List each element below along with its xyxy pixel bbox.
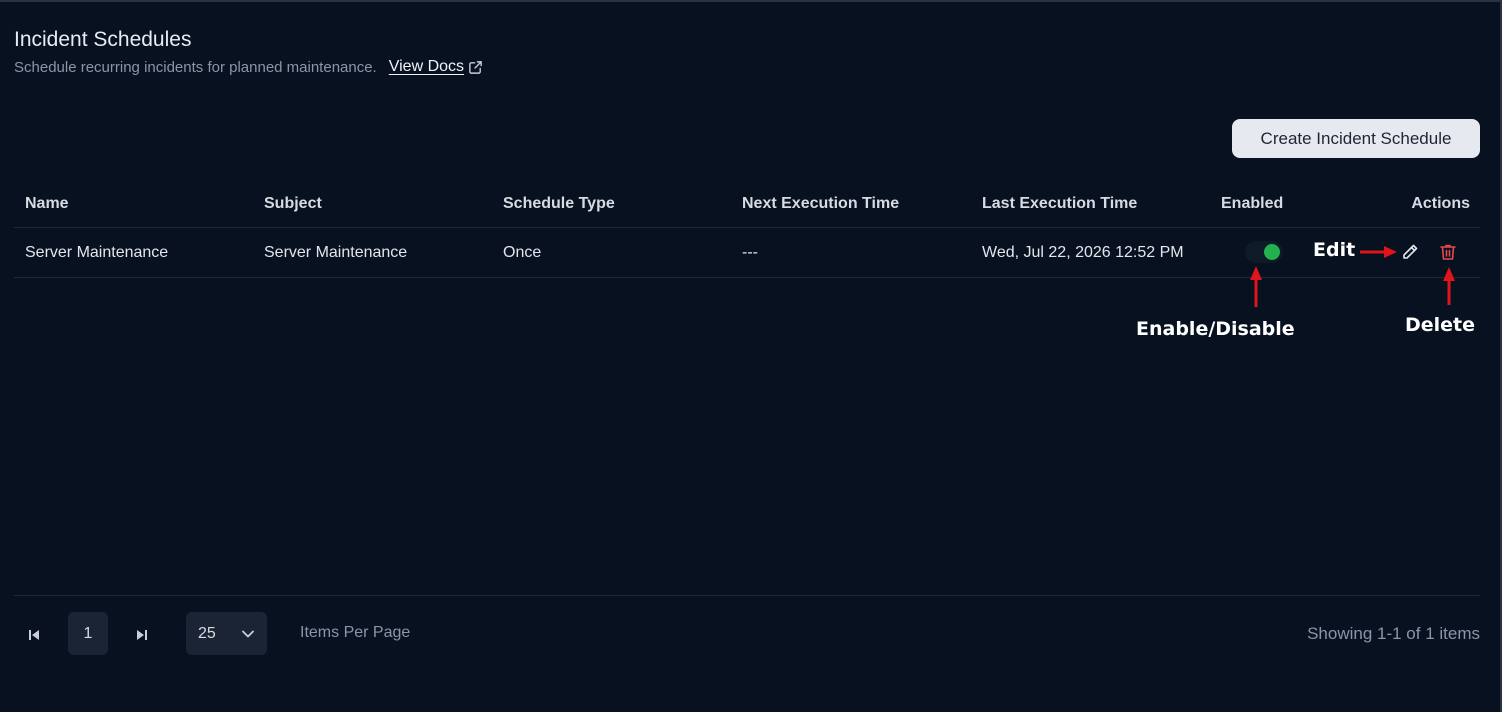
- showing-items-text: Showing 1-1 of 1 items: [1307, 624, 1480, 643]
- last-page-button[interactable]: [132, 625, 152, 645]
- chevron-down-icon: [242, 630, 254, 638]
- edit-annotation: Edit: [1313, 239, 1356, 261]
- items-per-page-select[interactable]: 25: [186, 612, 267, 655]
- annotation-arrows: [1250, 246, 1455, 307]
- page-number-button[interactable]: 1: [68, 612, 108, 655]
- edit-arrow: [1360, 246, 1397, 258]
- items-per-page-value: 25: [198, 624, 216, 642]
- items-per-page-label: Items Per Page: [300, 624, 411, 641]
- first-page-button[interactable]: [24, 625, 44, 645]
- toggle-arrow: [1250, 266, 1262, 307]
- enable-disable-annotation: Enable/Disable: [1136, 318, 1295, 340]
- first-page-icon: [29, 630, 39, 640]
- footer-divider: [14, 595, 1480, 596]
- delete-annotation: Delete: [1405, 314, 1476, 336]
- delete-arrow: [1443, 267, 1455, 305]
- last-page-icon: [137, 630, 147, 640]
